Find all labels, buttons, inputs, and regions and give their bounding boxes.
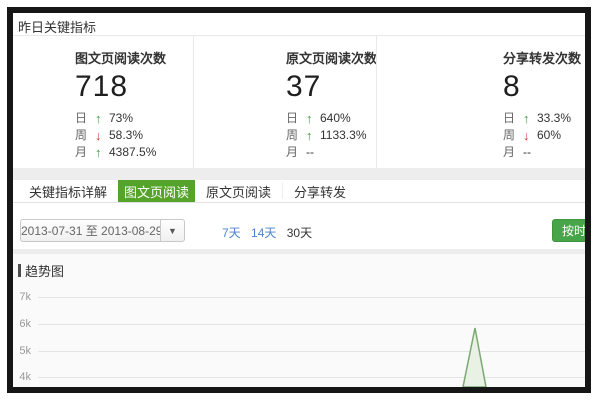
metric-row-week: 周 ↑ 1133.3% [286, 127, 376, 144]
date-range-value: 2013-07-31 至 2013-08-29 [21, 222, 160, 239]
metric-label: 月 [503, 144, 523, 161]
range-link-14d[interactable]: 14天 [251, 226, 276, 240]
metric-row-month: 月 -- [286, 144, 376, 161]
kpi-card-shares: 分享转发次数 8 日 ↑ 33.3% 周 ↓ 60% 月 -- [376, 36, 585, 168]
metric-row-month: 月 -- [503, 144, 585, 161]
metric-label: 周 [503, 127, 523, 144]
metric-row-week: 周 ↓ 60% [503, 127, 585, 144]
detail-panel: 关键指标详解 图文页阅读 原文页阅读 分享转发 2013-07-31 至 201… [13, 180, 585, 249]
date-range-picker[interactable]: 2013-07-31 至 2013-08-29 ▼ [20, 219, 185, 242]
kpi-card-value: 718 [75, 70, 193, 104]
metric-value: 60% [537, 127, 561, 144]
metric-row-day: 日 ↑ 33.3% [503, 110, 585, 127]
kpi-card-title: 原文页阅读次数 [286, 48, 376, 67]
up-arrow-icon: ↑ [306, 127, 320, 144]
kpi-panel-title: 昨日关键指标 [18, 17, 96, 36]
metric-row-month: 月 ↑ 4387.5% [75, 144, 193, 161]
kpi-card-article-reads: 图文页阅读次数 718 日 ↑ 73% 周 ↓ 58.3% 月 ↑ 4387.5… [13, 36, 193, 168]
metric-label: 月 [75, 144, 95, 161]
metric-label: 周 [75, 127, 95, 144]
up-arrow-icon: ↑ [95, 110, 109, 127]
tab-bar: 关键指标详解 图文页阅读 原文页阅读 分享转发 [13, 180, 585, 203]
trend-chart-panel: 趋势图 7k 6k 5k 4k [13, 254, 585, 387]
dashboard: 昨日关键指标 图文页阅读次数 718 日 ↑ 73% 周 ↓ 58.3% 月 ↑ [13, 13, 585, 387]
metric-value: 58.3% [109, 127, 143, 144]
tab-original-reads[interactable]: 原文页阅读 [195, 180, 282, 202]
kpi-card-title: 图文页阅读次数 [75, 48, 193, 67]
metric-row-day: 日 ↑ 640% [286, 110, 376, 127]
tab-section-label: 关键指标详解 [18, 180, 118, 202]
tab-article-reads[interactable]: 图文页阅读 [118, 180, 195, 202]
kpi-cards-row: 图文页阅读次数 718 日 ↑ 73% 周 ↓ 58.3% 月 ↑ 4387.5… [13, 35, 585, 168]
up-arrow-icon: ↑ [523, 110, 537, 127]
metric-value: 1133.3% [320, 127, 366, 144]
query-by-time-button[interactable]: 按时间 [552, 219, 591, 242]
quick-range-links: 7天 14天 30天 [222, 224, 319, 241]
metric-label: 月 [286, 144, 306, 161]
metric-label: 日 [75, 110, 95, 127]
window-frame: 昨日关键指标 图文页阅读次数 718 日 ↑ 73% 周 ↓ 58.3% 月 ↑ [7, 7, 591, 393]
metric-row-day: 日 ↑ 73% [75, 110, 193, 127]
chevron-down-icon[interactable]: ▼ [160, 220, 184, 241]
kpi-card-value: 37 [286, 70, 376, 104]
trend-series-spike [13, 254, 585, 387]
range-link-7d[interactable]: 7天 [222, 226, 241, 240]
kpi-card-original-reads: 原文页阅读次数 37 日 ↑ 640% 周 ↑ 1133.3% 月 -- [193, 36, 376, 168]
metric-label: 日 [286, 110, 306, 127]
kpi-card-value: 8 [503, 70, 585, 104]
down-arrow-icon: ↓ [523, 127, 537, 144]
metric-value: 33.3% [537, 110, 571, 127]
filter-bar: 2013-07-31 至 2013-08-29 ▼ 7天 14天 30天 按时间 [13, 203, 585, 248]
kpi-panel: 昨日关键指标 图文页阅读次数 718 日 ↑ 73% 周 ↓ 58.3% 月 ↑ [13, 13, 585, 168]
down-arrow-icon: ↓ [95, 127, 109, 144]
metric-value: 4387.5% [109, 144, 156, 161]
kpi-card-title: 分享转发次数 [503, 48, 585, 67]
metric-value: -- [523, 144, 531, 161]
up-arrow-icon: ↑ [95, 144, 109, 161]
metric-label: 日 [503, 110, 523, 127]
tab-shares[interactable]: 分享转发 [283, 180, 357, 202]
metric-row-week: 周 ↓ 58.3% [75, 127, 193, 144]
range-link-30d[interactable]: 30天 [287, 226, 312, 240]
metric-value: 73% [109, 110, 133, 127]
metric-value: 640% [320, 110, 351, 127]
metric-value: -- [306, 144, 314, 161]
metric-label: 周 [286, 127, 306, 144]
up-arrow-icon: ↑ [306, 110, 320, 127]
